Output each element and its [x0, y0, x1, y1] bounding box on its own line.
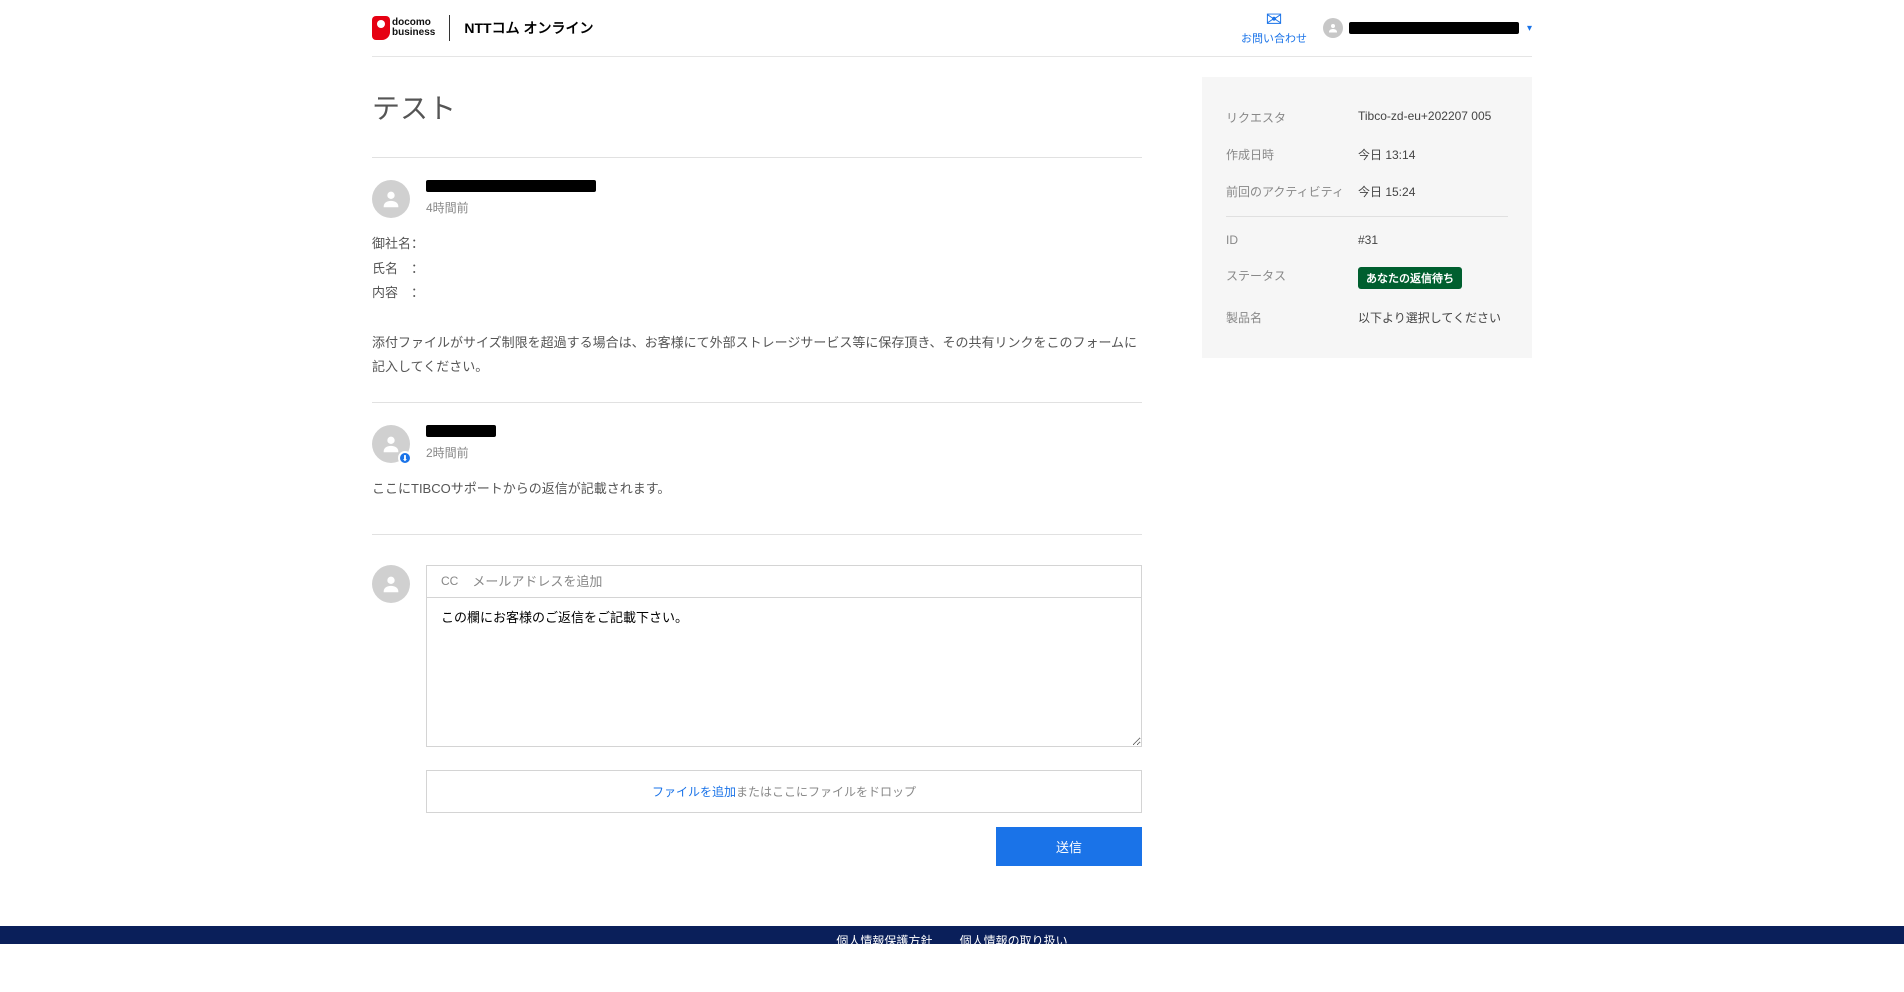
- sidebar-label: 前回のアクティビティ: [1226, 183, 1346, 200]
- comment-avatar: ⬇: [372, 425, 410, 463]
- cc-label: CC: [441, 574, 458, 588]
- agent-badge-icon: ⬇: [398, 451, 412, 465]
- reply-textarea[interactable]: [426, 597, 1142, 747]
- user-avatar-icon: [1323, 18, 1343, 38]
- comment-body: 御社名：氏名 ：内容 ：添付ファイルがサイズ制限を超過する場合は、お客様にて外部…: [372, 232, 1142, 380]
- user-name-redacted: [1349, 22, 1519, 34]
- sidebar-label: リクエスタ: [1226, 109, 1346, 126]
- file-drop-zone[interactable]: ファイルを追加またはここにファイルをドロップ: [426, 770, 1142, 813]
- sidebar-label: 製品名: [1226, 309, 1346, 326]
- user-menu[interactable]: ▾: [1323, 18, 1532, 38]
- sidebar-panel: リクエスタTibco-zd-eu+202207 005作成日時今日 13:14前…: [1202, 77, 1532, 358]
- cc-input[interactable]: [472, 574, 1127, 589]
- page-title: テスト: [372, 87, 1142, 127]
- reply-avatar: [372, 565, 410, 603]
- footer-link-handling[interactable]: 個人情報の取り扱い: [960, 934, 1068, 944]
- comment: ⬇ 2時間前ここにTIBCOサポートからの返信が記載されます。: [372, 402, 1142, 524]
- header: docomo business NTTコム オンライン ✉ お問い合わせ ▾: [372, 0, 1532, 57]
- sidebar-value: あなたの返信待ち: [1358, 267, 1508, 289]
- comment-author: [426, 425, 496, 440]
- sidebar-row: 製品名以下より選択してください: [1226, 299, 1508, 336]
- sidebar-row: 作成日時今日 13:14: [1226, 136, 1508, 173]
- sidebar-value: 今日 13:14: [1358, 146, 1508, 163]
- logo-text-business: business: [392, 28, 435, 38]
- brand-title: NTTコム オンライン: [464, 18, 593, 38]
- mail-icon: ✉: [1241, 10, 1307, 30]
- sidebar-row: ID #31: [1226, 223, 1508, 257]
- contact-link[interactable]: ✉ お問い合わせ: [1241, 10, 1307, 46]
- main-content: テスト 4時間前御社名：氏名 ：内容 ：添付ファイルがサイズ制限を超過する場合は…: [372, 77, 1142, 866]
- contact-label: お問い合わせ: [1241, 30, 1307, 46]
- status-badge: あなたの返信待ち: [1358, 267, 1462, 289]
- reply-block: CC ファイルを追加またはここにファイルをドロップ 送信: [372, 534, 1142, 866]
- sidebar-value: #31: [1358, 233, 1508, 247]
- docomo-d-icon: [372, 16, 390, 40]
- comment-time: 4時間前: [426, 199, 596, 216]
- author-name-redacted: [426, 425, 496, 437]
- docomo-logo: docomo business: [372, 16, 435, 40]
- sidebar-value: Tibco-zd-eu+202207 005: [1358, 109, 1508, 126]
- sidebar-row: 前回のアクティビティ今日 15:24: [1226, 173, 1508, 210]
- header-right: ✉ お問い合わせ ▾: [1241, 10, 1532, 46]
- footer: 個人情報保護方針 個人情報の取り扱い: [0, 926, 1904, 944]
- cc-row: CC: [426, 565, 1142, 597]
- sidebar-label: ステータス: [1226, 267, 1346, 289]
- sidebar-value: 以下より選択してください: [1358, 309, 1508, 326]
- submit-button[interactable]: 送信: [996, 827, 1142, 866]
- logo-divider: [449, 15, 450, 41]
- sidebar-label: 作成日時: [1226, 146, 1346, 163]
- sidebar-value: 今日 15:24: [1358, 183, 1508, 200]
- logo-area[interactable]: docomo business NTTコム オンライン: [372, 15, 593, 41]
- sidebar-row: ステータスあなたの返信待ち: [1226, 257, 1508, 299]
- comment-body: ここにTIBCOサポートからの返信が記載されます。: [372, 477, 1142, 502]
- file-drop-suffix: またはここにファイルをドロップ: [736, 785, 916, 799]
- sidebar-separator: [1226, 216, 1508, 217]
- comment-author: [426, 180, 596, 195]
- footer-link-privacy[interactable]: 個人情報保護方針: [836, 934, 932, 944]
- sidebar: リクエスタTibco-zd-eu+202207 005作成日時今日 13:14前…: [1202, 77, 1532, 358]
- comment-time: 2時間前: [426, 444, 496, 461]
- sidebar-label: ID: [1226, 233, 1346, 247]
- comment-avatar: [372, 180, 410, 218]
- reply-form: CC ファイルを追加またはここにファイルをドロップ 送信: [426, 565, 1142, 866]
- comment: 4時間前御社名：氏名 ：内容 ：添付ファイルがサイズ制限を超過する場合は、お客様…: [372, 157, 1142, 402]
- chevron-down-icon: ▾: [1527, 23, 1532, 34]
- file-add-link[interactable]: ファイルを追加: [652, 785, 736, 799]
- author-name-redacted: [426, 180, 596, 192]
- sidebar-row: リクエスタ Tibco-zd-eu+202207 005: [1226, 99, 1508, 136]
